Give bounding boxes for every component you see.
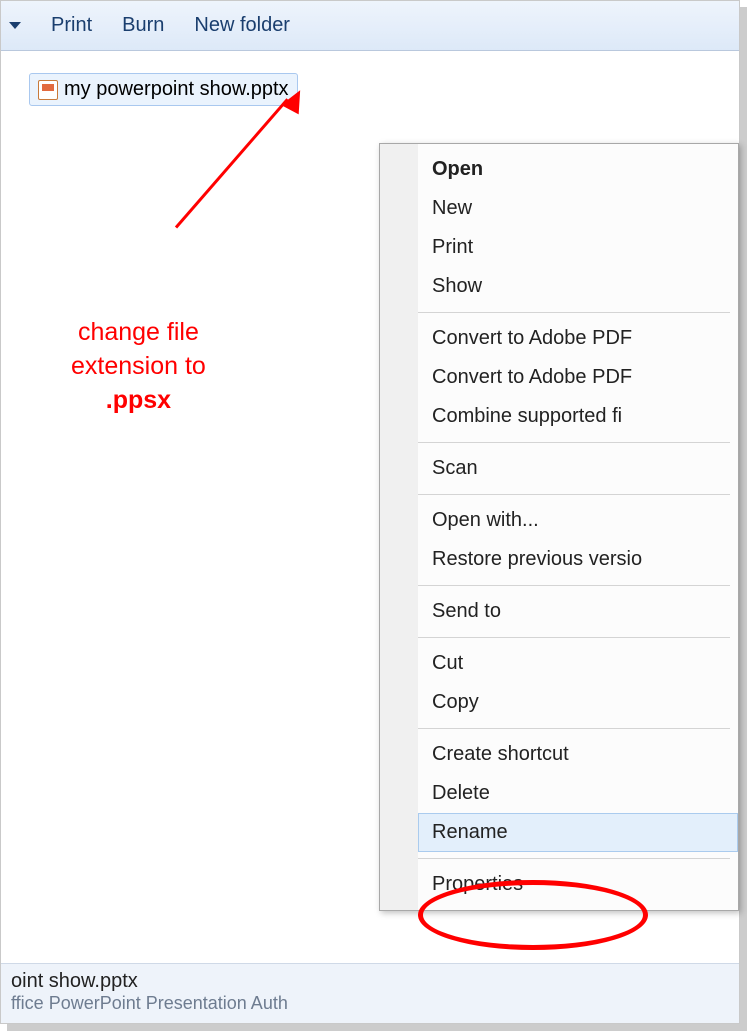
context-menu-item-label: Print xyxy=(432,236,473,258)
annotation-text: change file extension to .ppsx xyxy=(71,316,206,417)
context-menu-separator xyxy=(418,585,730,586)
context-menu-item[interactable]: Scan xyxy=(418,449,738,488)
annotation-line2: extension to xyxy=(71,352,206,380)
file-name-label: my powerpoint show.pptx xyxy=(64,78,289,101)
powerpoint-file-icon xyxy=(38,80,58,100)
context-menu-item-label: Combine supported fi xyxy=(432,405,622,427)
context-menu-item-label: Convert to Adobe PDF xyxy=(432,366,632,388)
context-menu-item-label: Delete xyxy=(432,782,490,804)
toolbar-burn[interactable]: Burn xyxy=(122,14,164,37)
context-menu-item[interactable]: Send to xyxy=(418,592,738,631)
explorer-window: Print Burn New folder my powerpoint show… xyxy=(0,0,740,1024)
file-pane[interactable]: my powerpoint show.pptx change file exte… xyxy=(1,51,739,971)
context-menu-item-label: Show xyxy=(432,275,482,297)
context-menu-item[interactable]: Combine supported fi xyxy=(418,397,738,436)
context-menu-separator xyxy=(418,494,730,495)
context-menu-item[interactable]: Open with... xyxy=(418,501,738,540)
context-menu-separator xyxy=(418,728,730,729)
context-menu-item-label: Rename xyxy=(432,821,508,843)
toolbar-new-folder[interactable]: New folder xyxy=(194,14,290,37)
context-menu-item[interactable]: Cut xyxy=(418,644,738,683)
context-menu-item[interactable]: Print xyxy=(418,228,738,267)
context-menu-item[interactable]: Properties xyxy=(418,865,738,904)
context-menu-separator xyxy=(418,312,730,313)
context-menu-item-label: Send to xyxy=(432,600,501,622)
context-menu-item-label: Convert to Adobe PDF xyxy=(432,327,632,349)
context-menu-item[interactable]: New xyxy=(418,189,738,228)
annotation-line1: change file xyxy=(78,318,199,346)
context-menu-item[interactable]: Restore previous versio xyxy=(418,540,738,579)
toolbar-dropdown[interactable] xyxy=(9,22,21,29)
status-filename: oint show.pptx xyxy=(11,970,729,993)
context-menu-item-label: New xyxy=(432,197,472,219)
context-menu-item[interactable]: Copy xyxy=(418,683,738,722)
context-menu-separator xyxy=(418,858,730,859)
context-menu-item-label: Cut xyxy=(432,652,463,674)
status-filetype: ffice PowerPoint Presentation Auth xyxy=(11,993,729,1014)
context-menu-item-label: Open with... xyxy=(432,509,539,531)
chevron-down-icon xyxy=(9,22,21,29)
context-menu-item[interactable]: Convert to Adobe PDF xyxy=(418,358,738,397)
context-menu-item[interactable]: Convert to Adobe PDF xyxy=(418,319,738,358)
file-item[interactable]: my powerpoint show.pptx xyxy=(29,73,298,106)
context-menu-item[interactable]: Open xyxy=(418,150,738,189)
context-menu-item[interactable]: Rename xyxy=(418,813,738,852)
context-menu-item-label: Create shortcut xyxy=(432,743,569,765)
status-bar: oint show.pptx ffice PowerPoint Presenta… xyxy=(1,963,739,1023)
context-menu-item-label: Scan xyxy=(432,457,478,479)
toolbar-print[interactable]: Print xyxy=(51,14,92,37)
annotation-arrow-line xyxy=(175,98,289,228)
toolbar: Print Burn New folder xyxy=(1,1,739,51)
context-menu-item-label: Restore previous versio xyxy=(432,548,642,570)
context-menu-item-label: Open xyxy=(432,158,483,180)
context-menu-item-label: Copy xyxy=(432,691,479,713)
context-menu-item-label: Properties xyxy=(432,873,523,895)
context-menu-item[interactable]: Delete xyxy=(418,774,738,813)
context-menu-separator xyxy=(418,442,730,443)
context-menu-separator xyxy=(418,637,730,638)
annotation-line3: .ppsx xyxy=(106,386,171,414)
context-menu-item[interactable]: Show xyxy=(418,267,738,306)
context-menu-item[interactable]: Create shortcut xyxy=(418,735,738,774)
context-menu: Open New Print Show Convert to Adobe PDF Conv… xyxy=(379,143,739,911)
